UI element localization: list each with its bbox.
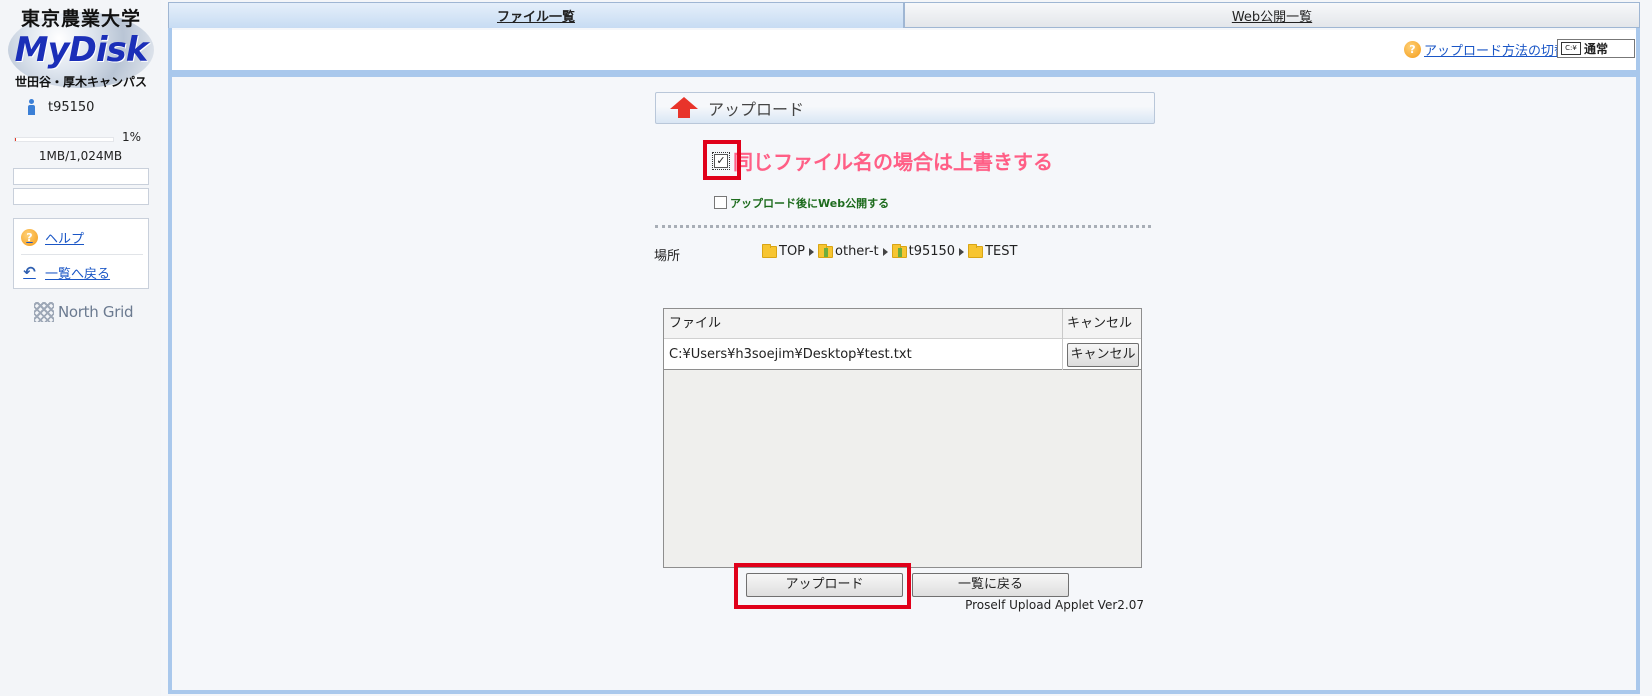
- table-header: ファイル キャンセル: [664, 309, 1141, 339]
- breadcrumb-arrow-icon: [809, 247, 815, 256]
- overwrite-label: 同じファイル名の場合は上書きする: [733, 150, 1053, 174]
- question-icon: ?: [1404, 41, 1421, 58]
- user-icon: [26, 99, 36, 115]
- column-header-file: ファイル: [669, 316, 722, 331]
- sidebar-empty-box-1: [13, 168, 149, 185]
- upload-method-switch: ? アップロード方法の切替: [1404, 40, 1567, 59]
- back-to-list-button[interactable]: 一覧に戻る: [912, 573, 1069, 597]
- quota-progress-bar: [14, 137, 114, 142]
- overwrite-checkbox-highlight: [703, 140, 741, 180]
- quota-progress-fill: [15, 138, 16, 141]
- breadcrumb-arrow-icon: [882, 247, 888, 256]
- sidebar: 東京農業大学 MyDisk 世田谷・厚木キャンパス t95150 1% 1MB/…: [0, 0, 161, 696]
- cancel-file-button[interactable]: キャンセル: [1067, 343, 1139, 367]
- logo-campus: 世田谷・厚木キャンパス: [14, 75, 147, 89]
- breadcrumb-arrow-icon: [959, 247, 965, 256]
- quota-percent: 1%: [122, 130, 142, 144]
- tab-file-list[interactable]: ファイル一覧: [168, 2, 904, 28]
- sidebar-help-label: ヘルプ: [45, 232, 85, 247]
- north-grid-text: North Grid: [58, 303, 134, 321]
- location-breadcrumb: TOP other-t t95150 TEST: [762, 243, 1017, 259]
- quota-usage: 1MB/1,024MB: [38, 149, 123, 163]
- upload-mode-select[interactable]: C:¥ 通常: [1557, 39, 1635, 58]
- applet-version: Proself Upload Applet Ver2.07: [965, 598, 1144, 612]
- file-drop-area[interactable]: [664, 371, 1141, 567]
- column-header-cancel: キャンセル: [1067, 316, 1133, 331]
- column-divider: [1062, 309, 1063, 370]
- back-arrow-icon: ↶: [23, 263, 36, 281]
- user-info: t95150: [26, 98, 94, 116]
- folder-icon: [762, 243, 777, 258]
- web-publish-label: アップロード後にWeb公開する: [730, 197, 890, 210]
- shared-folder-icon: [818, 243, 834, 258]
- upload-panel-title: アップロード: [708, 100, 805, 119]
- location-label: 場所: [654, 249, 681, 264]
- drive-icon: C:¥: [1561, 42, 1581, 55]
- tab-web-public-list[interactable]: Web公開一覧: [904, 2, 1640, 28]
- upload-method-link[interactable]: アップロード方法の切替: [1424, 40, 1567, 59]
- breadcrumb-test[interactable]: TEST: [985, 244, 1017, 259]
- folder-icon: [968, 243, 984, 258]
- username: t95150: [48, 99, 95, 115]
- help-icon: ?: [21, 229, 38, 246]
- sidebar-back-link[interactable]: ↶ 一覧へ戻る: [21, 263, 111, 283]
- sidebar-help-link[interactable]: ? ヘルプ: [21, 228, 84, 247]
- breadcrumb-other-t[interactable]: other-t: [835, 244, 879, 259]
- logo-brand: MyDisk: [14, 30, 149, 70]
- breadcrumb-top[interactable]: TOP: [779, 244, 805, 259]
- tab-bar: ファイル一覧 Web公開一覧: [168, 2, 1640, 30]
- web-publish-checkbox[interactable]: [714, 196, 727, 209]
- breadcrumb-user[interactable]: t95150: [909, 244, 955, 259]
- file-path-cell: C:¥Users¥h3soejim¥Desktop¥test.txt: [669, 347, 912, 362]
- north-grid-icon: [34, 302, 54, 322]
- sidebar-empty-box-2: [13, 188, 149, 205]
- north-grid-logo: North Grid: [34, 302, 134, 322]
- sidebar-link-divider: [21, 254, 143, 255]
- upload-button-highlight: [734, 563, 911, 609]
- sidebar-back-label: 一覧へ戻る: [45, 267, 111, 282]
- upload-file-table: ファイル キャンセル C:¥Users¥h3soejim¥Desktop¥tes…: [663, 308, 1142, 568]
- shared-folder-icon: [891, 243, 907, 258]
- sidebar-links: ? ヘルプ ↶ 一覧へ戻る: [13, 218, 149, 289]
- upload-mode-value: 通常: [1584, 42, 1609, 56]
- mydisk-logo: 東京農業大学 MyDisk 世田谷・厚木キャンパス: [6, 4, 156, 90]
- toolbar-separator: [172, 70, 1636, 77]
- upload-panel-header: アップロード: [655, 92, 1155, 124]
- logo-university: 東京農業大学: [20, 8, 141, 30]
- upload-arrow-icon: [670, 97, 698, 119]
- dotted-divider: [655, 225, 1151, 228]
